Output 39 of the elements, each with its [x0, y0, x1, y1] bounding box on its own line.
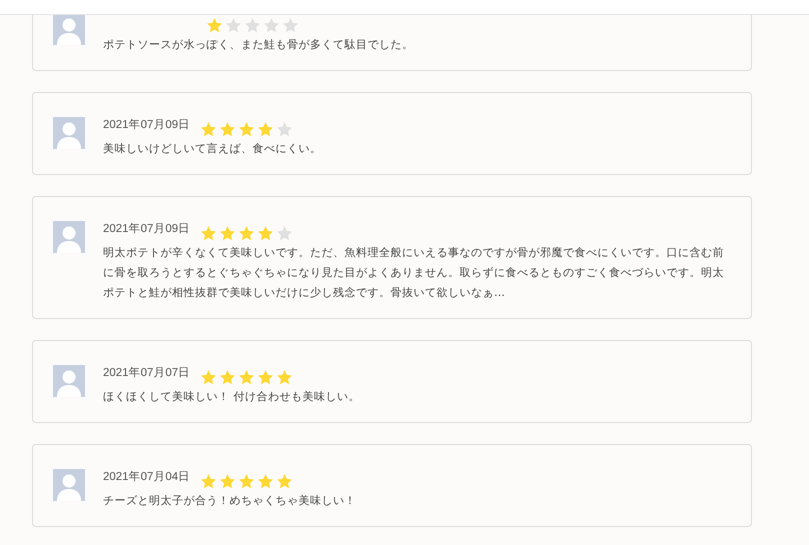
star-icon	[219, 121, 236, 138]
star-icon	[219, 473, 236, 490]
star-icon	[238, 121, 256, 138]
star-icon	[238, 473, 256, 490]
star-icon	[206, 17, 223, 34]
review-date: 2021年07月09日	[103, 118, 190, 133]
star-icon	[276, 369, 294, 386]
review-date: 2021年07月09日	[103, 222, 190, 237]
review-text: チーズと明太子が合う！めちゃくちゃ美味しい！	[103, 493, 357, 509]
star-icon	[263, 17, 280, 34]
review-date: 2021年07月07日	[103, 366, 190, 381]
star-icon	[244, 17, 261, 34]
star-icon	[257, 369, 274, 386]
star-icon	[276, 473, 294, 490]
star-icon	[200, 225, 218, 242]
avatar-icon	[53, 469, 85, 501]
review-text: ほくほくして美味しい！ 付け合わせも美味しい。	[103, 389, 361, 405]
star-icon	[219, 369, 236, 386]
star-icon	[282, 17, 299, 34]
avatar-icon	[53, 13, 85, 45]
star-icon	[219, 225, 236, 242]
review-text: 美味しいけどしいて言えば、食べにくい。	[103, 141, 322, 157]
star-icon	[257, 225, 274, 242]
star-icon	[257, 121, 274, 138]
star-icon	[238, 369, 256, 386]
star-icon	[276, 225, 294, 242]
star-icon	[238, 225, 256, 242]
review-text: ポテトソースが水っぽく、また鮭も骨が多くて駄目でした。	[103, 37, 414, 53]
star-icon	[200, 121, 218, 138]
avatar-icon	[53, 117, 85, 149]
avatar-icon	[53, 365, 85, 397]
star-icon	[200, 473, 218, 490]
star-icon	[225, 17, 242, 34]
review-text: 明太ポテトが辛くなくて美味しいです。ただ、魚料理全般にいえる事なのですが骨が邪魔で食べにくいです。口に含む前に骨を取ろうとするとぐちゃぐちゃになり見た目がよくありません。取らずに食べるとものすごく食べづらいです。明太ポテトと鮭が相性抜群で美味しいだけに少し残念です。骨抜いて欲しいなぁ…	[103, 245, 725, 301]
star-icon	[200, 369, 218, 386]
review-date: 2021年07月04日	[103, 470, 190, 485]
star-icon	[257, 473, 274, 490]
avatar-icon	[53, 221, 85, 253]
star-icon	[276, 121, 294, 138]
